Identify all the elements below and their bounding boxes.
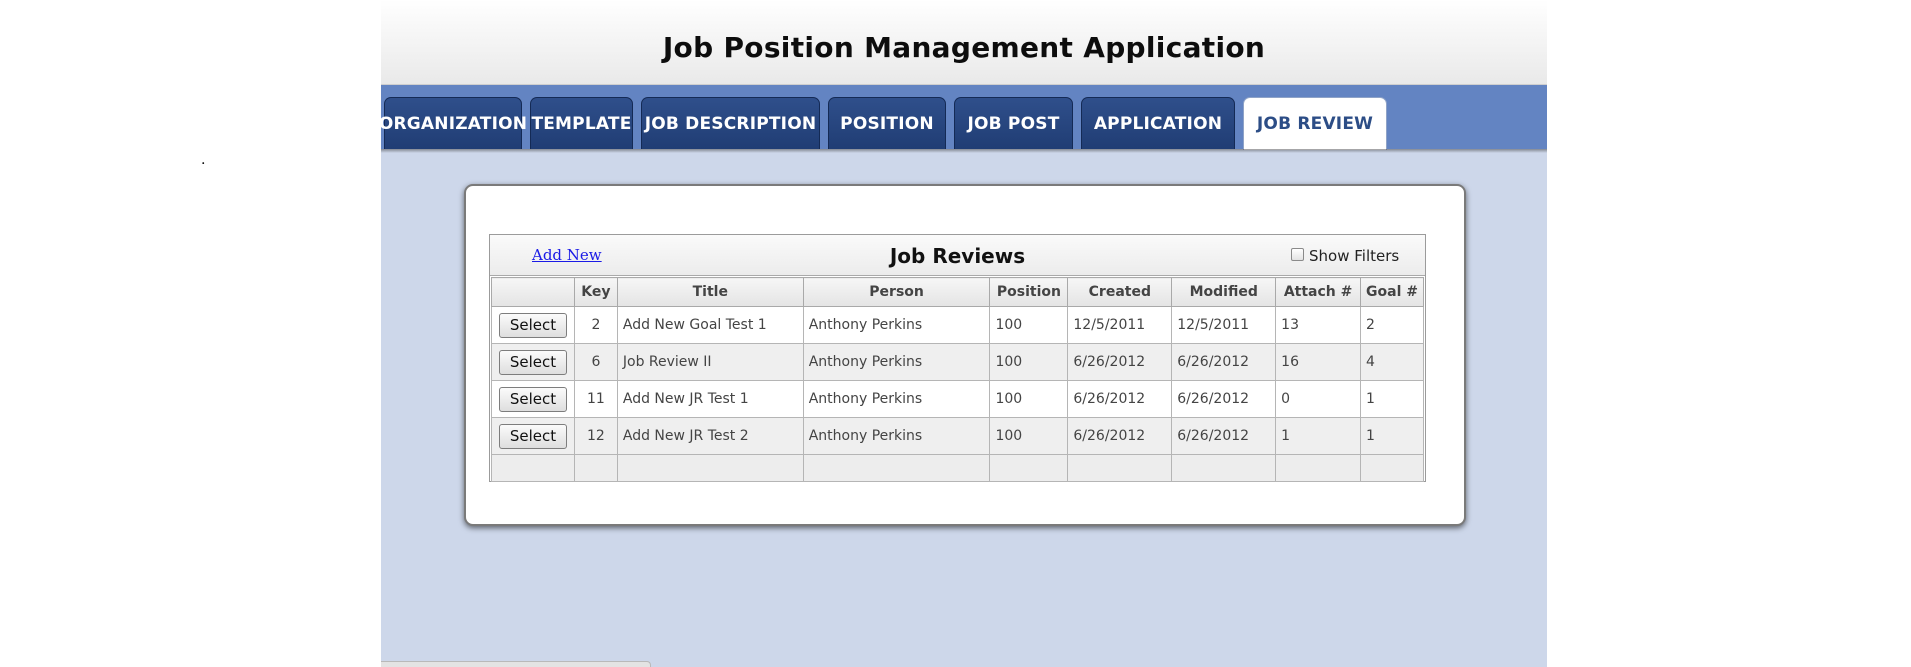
modified-cell: 6/26/2012 bbox=[1171, 380, 1277, 418]
select-cell: Select bbox=[491, 343, 575, 381]
select-button[interactable]: Select bbox=[498, 386, 568, 412]
app-header: Job Position Management Application bbox=[381, 0, 1547, 85]
tab-job-post[interactable]: JOB POST bbox=[954, 97, 1073, 149]
created-cell: 6/26/2012 bbox=[1067, 380, 1173, 418]
attach-count-cell: 1 bbox=[1275, 417, 1362, 455]
column-header-modified[interactable]: Modified bbox=[1171, 277, 1277, 307]
created-cell: 12/5/2011 bbox=[1067, 306, 1173, 344]
person-cell: Anthony Perkins bbox=[802, 343, 991, 381]
position-cell: 100 bbox=[989, 306, 1069, 344]
select-button[interactable]: Select bbox=[498, 349, 568, 375]
select-cell: Select bbox=[491, 306, 575, 344]
app-window: Job Position Management Application ORGA… bbox=[381, 0, 1547, 667]
column-header-attach-count[interactable]: Attach # bbox=[1275, 277, 1362, 307]
show-filters-label: Show Filters bbox=[1309, 247, 1400, 265]
key-cell: 2 bbox=[573, 306, 618, 344]
column-header-title[interactable]: Title bbox=[616, 277, 804, 307]
grid-title: Job Reviews bbox=[889, 244, 1026, 268]
footer-cell bbox=[1171, 454, 1277, 482]
content-area-top-edge bbox=[381, 149, 1547, 153]
column-header-key[interactable]: Key bbox=[573, 277, 618, 307]
show-filters-checkbox[interactable] bbox=[1291, 247, 1304, 261]
person-cell: Anthony Perkins bbox=[802, 417, 991, 455]
table-row: Select 12 Add New JR Test 2 Anthony Perk… bbox=[491, 417, 1424, 455]
tab-template[interactable]: TEMPLATE bbox=[530, 97, 633, 149]
select-button[interactable]: Select bbox=[498, 312, 568, 338]
column-header-goal-count[interactable]: Goal # bbox=[1360, 277, 1424, 307]
app-title: Job Position Management Application bbox=[662, 31, 1266, 64]
attach-count-cell: 13 bbox=[1275, 306, 1362, 344]
goal-count-cell: 4 bbox=[1360, 343, 1424, 381]
tab-organization[interactable]: ORGANIZATION bbox=[381, 97, 527, 149]
footer-cell bbox=[802, 454, 991, 482]
attach-count-cell: 0 bbox=[1275, 380, 1362, 418]
created-cell: 6/26/2012 bbox=[1067, 417, 1173, 455]
position-cell: 100 bbox=[989, 417, 1069, 455]
grid-toolbar: Add New Job Reviews Show Filters bbox=[490, 235, 1425, 276]
goal-count-cell: 1 bbox=[1360, 417, 1424, 455]
title-cell: Add New JR Test 1 bbox=[616, 380, 804, 418]
modified-cell: 6/26/2012 bbox=[1171, 343, 1277, 381]
table-row: Select 2 Add New Goal Test 1 Anthony Per… bbox=[491, 306, 1424, 344]
person-cell: Anthony Perkins bbox=[802, 380, 991, 418]
tab-position[interactable]: POSITION bbox=[828, 97, 946, 149]
job-reviews-table: Key Title Person Position Created Modifi… bbox=[491, 277, 1424, 482]
position-cell: 100 bbox=[989, 343, 1069, 381]
key-cell: 6 bbox=[573, 343, 618, 381]
footer-cell bbox=[989, 454, 1069, 482]
select-cell: Select bbox=[491, 417, 575, 455]
tab-job-review[interactable]: JOB REVIEW bbox=[1243, 97, 1387, 150]
table-footer-row bbox=[491, 454, 1424, 482]
key-cell: 11 bbox=[573, 380, 618, 418]
footer-cell bbox=[1275, 454, 1362, 482]
title-cell: Add New JR Test 2 bbox=[616, 417, 804, 455]
column-header-person[interactable]: Person bbox=[802, 277, 991, 307]
select-cell: Select bbox=[491, 380, 575, 418]
position-cell: 100 bbox=[989, 380, 1069, 418]
created-cell: 6/26/2012 bbox=[1067, 343, 1173, 381]
person-cell: Anthony Perkins bbox=[802, 306, 991, 344]
table-header-row: Key Title Person Position Created Modifi… bbox=[491, 277, 1424, 307]
tab-job-description[interactable]: JOB DESCRIPTION bbox=[641, 97, 820, 149]
goal-count-cell: 2 bbox=[1360, 306, 1424, 344]
column-header-created[interactable]: Created bbox=[1067, 277, 1173, 307]
title-cell: Job Review II bbox=[616, 343, 804, 381]
select-button[interactable]: Select bbox=[498, 423, 568, 449]
column-header-select bbox=[491, 277, 575, 307]
table-row: Select 11 Add New JR Test 1 Anthony Perk… bbox=[491, 380, 1424, 418]
modified-cell: 12/5/2011 bbox=[1171, 306, 1277, 344]
title-cell: Add New Goal Test 1 bbox=[616, 306, 804, 344]
stray-dot-text: . bbox=[201, 152, 206, 168]
bottom-status-bar bbox=[381, 661, 651, 667]
goal-count-cell: 1 bbox=[1360, 380, 1424, 418]
column-header-position[interactable]: Position bbox=[989, 277, 1069, 307]
attach-count-cell: 16 bbox=[1275, 343, 1362, 381]
key-cell: 12 bbox=[573, 417, 618, 455]
footer-cell bbox=[1067, 454, 1173, 482]
modified-cell: 6/26/2012 bbox=[1171, 417, 1277, 455]
footer-cell bbox=[1360, 454, 1424, 482]
table-row: Select 6 Job Review II Anthony Perkins 1… bbox=[491, 343, 1424, 381]
footer-cell bbox=[491, 454, 575, 482]
show-filters-toggle[interactable]: Show Filters bbox=[1291, 247, 1399, 265]
job-reviews-grid: Add New Job Reviews Show Filters Key Tit… bbox=[489, 234, 1426, 482]
footer-cell bbox=[573, 454, 618, 482]
tab-application[interactable]: APPLICATION bbox=[1081, 97, 1235, 149]
footer-cell bbox=[616, 454, 804, 482]
